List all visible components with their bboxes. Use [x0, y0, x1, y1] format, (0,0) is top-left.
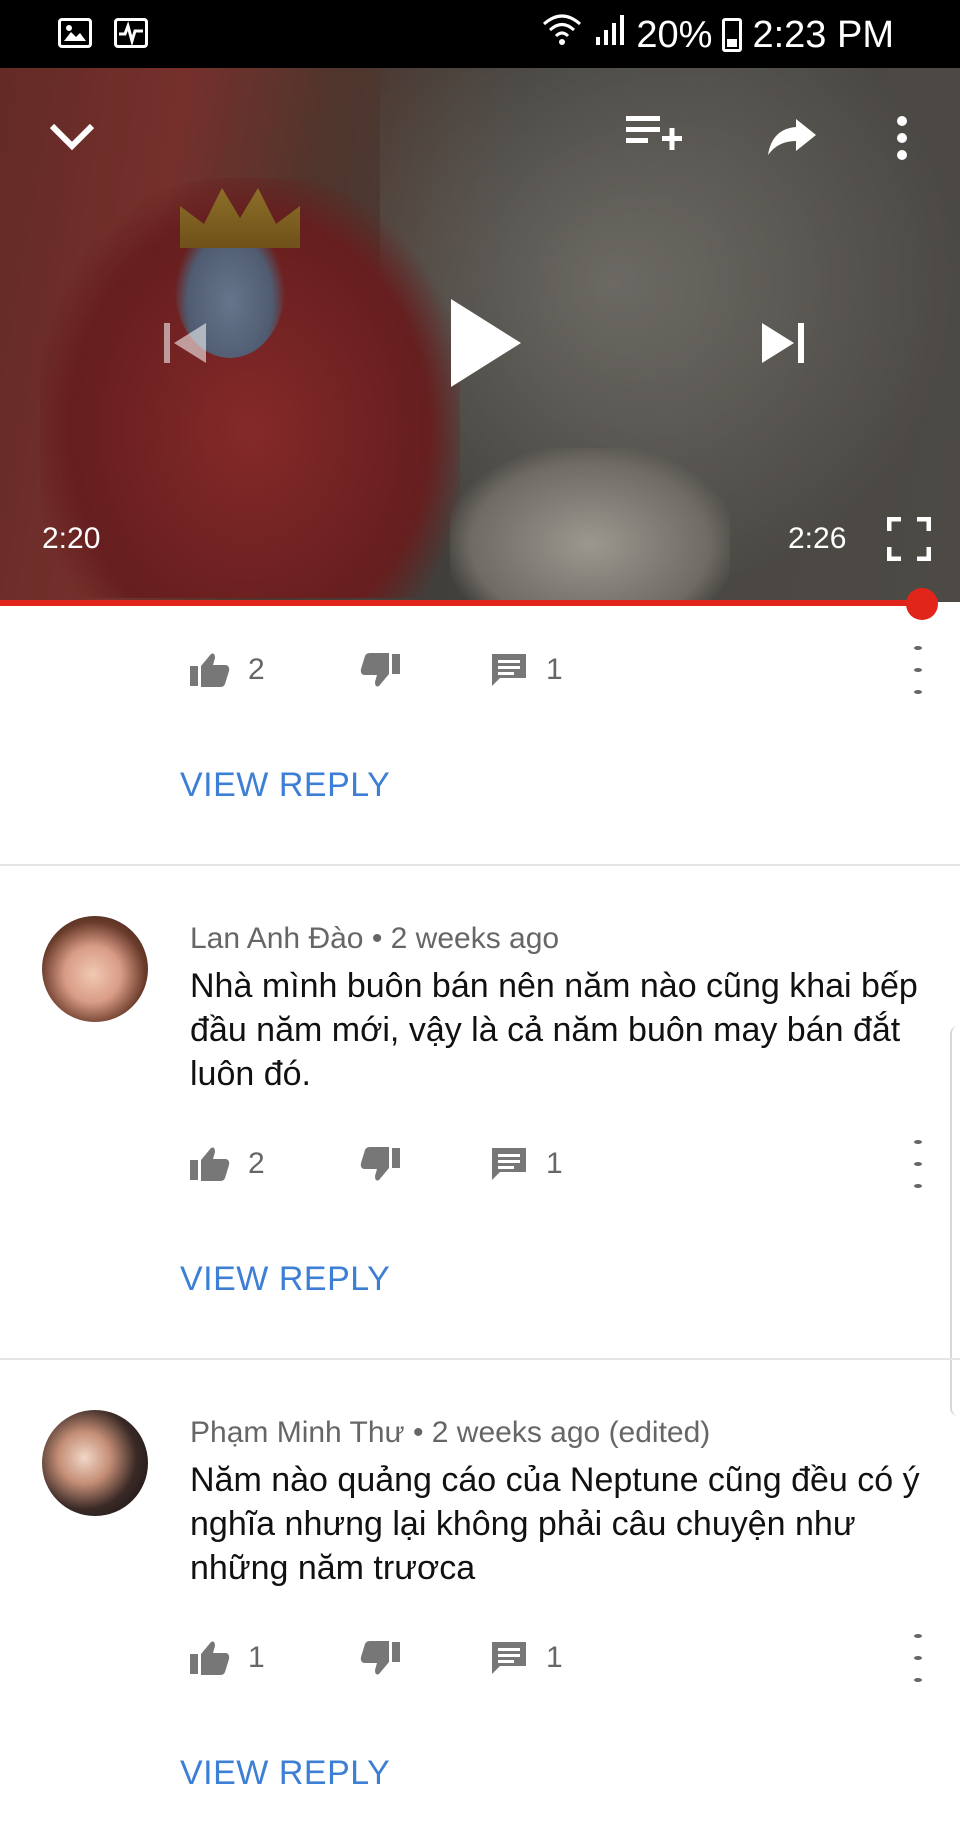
next-button[interactable] [748, 308, 818, 378]
skip-previous-icon [164, 323, 206, 363]
previous-button[interactable] [150, 308, 220, 378]
share-arrow-icon [768, 119, 816, 155]
comment-actions: 2 1 [190, 1136, 930, 1196]
playlist-add-icon [626, 116, 682, 150]
reply-button[interactable]: 1 [490, 1146, 563, 1182]
comment-text: Nhà mình buôn bán nên năm nào cũng khai … [190, 967, 918, 1093]
reply-count: 1 [546, 1147, 563, 1180]
activity-icon [114, 18, 148, 48]
divider [0, 1358, 960, 1360]
comment-meta: Lan Anh Đào • 2 weeks ago [190, 922, 560, 955]
image-icon [58, 18, 92, 48]
thumbs-up-icon [190, 1641, 230, 1675]
more-options-button[interactable] [884, 110, 920, 166]
video-player[interactable]: 2:20 2:26 [0, 68, 960, 602]
thumbs-down-icon [360, 1641, 400, 1675]
like-count: 1 [248, 1641, 265, 1674]
comment-meta: Phạm Minh Thư • 2 weeks ago (edited) [190, 1416, 711, 1449]
reply-count: 1 [546, 653, 563, 686]
view-reply-link[interactable]: VIEW REPLY [180, 766, 390, 805]
progress-bar[interactable] [0, 600, 922, 606]
reply-count: 1 [546, 1641, 563, 1674]
share-button[interactable] [762, 108, 822, 164]
dislike-button[interactable] [360, 1146, 400, 1182]
comment-menu-button[interactable] [906, 1140, 930, 1188]
fullscreen-button[interactable] [884, 514, 934, 564]
current-time: 2:20 [42, 522, 101, 555]
comment-icon [492, 1642, 526, 1674]
thumbs-up-icon [190, 1147, 230, 1181]
fullscreen-icon [887, 517, 931, 561]
avatar[interactable] [42, 916, 148, 1022]
comment-text: Năm nào quảng cáo của Neptune cũng đều c… [190, 1461, 920, 1587]
battery-icon [722, 18, 743, 52]
reply-button[interactable]: 1 [490, 1640, 563, 1676]
thumbs-down-icon [360, 653, 400, 687]
like-count: 2 [248, 1147, 265, 1180]
like-button[interactable]: 2 [190, 652, 265, 688]
play-icon [451, 299, 521, 387]
skip-next-icon [762, 323, 804, 363]
wifi-icon [540, 12, 584, 58]
add-to-queue-button[interactable] [622, 106, 686, 162]
view-reply-link[interactable]: VIEW REPLY [180, 1260, 390, 1299]
progress-scrubber[interactable] [906, 588, 938, 620]
like-count: 2 [248, 653, 265, 686]
divider [0, 864, 960, 866]
signal-icon [594, 13, 626, 57]
dislike-button[interactable] [360, 652, 400, 688]
chevron-down-icon [49, 123, 95, 151]
more-vertical-icon [897, 116, 907, 160]
comment-menu-button[interactable] [906, 1634, 930, 1682]
like-button[interactable]: 2 [190, 1146, 265, 1182]
comment-actions: 2 1 [190, 642, 930, 702]
status-bar: 20% 2:23 PM [0, 0, 960, 68]
view-reply-link[interactable]: VIEW REPLY [180, 1754, 390, 1793]
comment-actions: 1 1 [190, 1630, 930, 1690]
like-button[interactable]: 1 [190, 1640, 265, 1676]
play-button[interactable] [440, 288, 530, 398]
comment-icon [492, 1148, 526, 1180]
comment-menu-button[interactable] [906, 646, 930, 694]
reply-button[interactable]: 1 [490, 652, 563, 688]
collapse-button[interactable] [44, 108, 100, 164]
battery-percent: 20% [636, 13, 713, 56]
thumbs-up-icon [190, 653, 230, 687]
comment-icon [492, 654, 526, 686]
clock: 2:23 PM [752, 13, 894, 56]
dislike-button[interactable] [360, 1640, 400, 1676]
total-time: 2:26 [788, 522, 847, 555]
thumbs-down-icon [360, 1147, 400, 1181]
avatar[interactable] [42, 1410, 148, 1516]
